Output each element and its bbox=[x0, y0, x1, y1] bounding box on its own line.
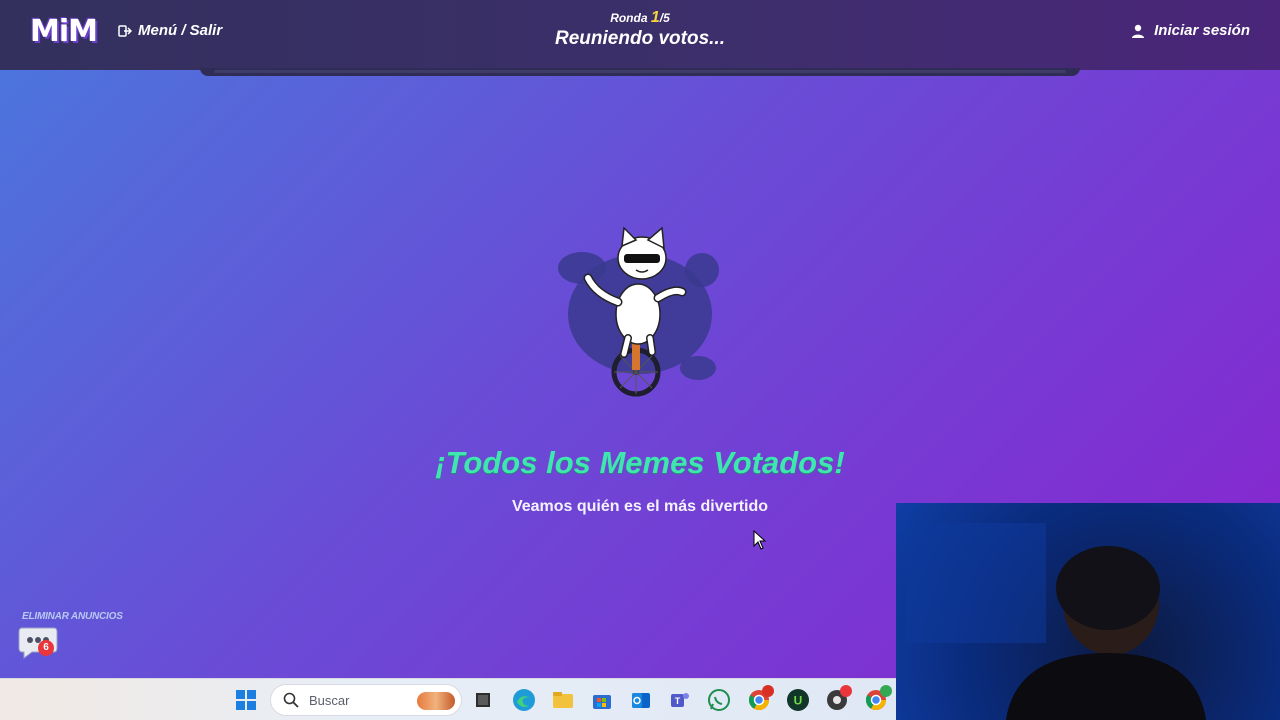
task-view-icon[interactable] bbox=[470, 687, 496, 713]
webcam-overlay bbox=[896, 503, 1280, 720]
top-bar: MiM Menú / Salir Ronda 1/5 Reuniendo vot… bbox=[0, 0, 1280, 70]
user-icon bbox=[1132, 24, 1145, 38]
outlook-icon[interactable] bbox=[628, 687, 654, 713]
media-badge bbox=[840, 685, 852, 697]
windows-start-icon[interactable] bbox=[236, 690, 256, 710]
round-current: 1 bbox=[650, 9, 660, 26]
windows-taskbar: Buscar T U bbox=[0, 678, 896, 720]
menu-exit-button[interactable]: Menú / Salir bbox=[118, 22, 222, 39]
app-logo[interactable]: MiM bbox=[30, 14, 98, 49]
teams-icon[interactable]: T bbox=[667, 687, 693, 713]
round-progress-bar bbox=[200, 68, 1080, 76]
round-status: Reuniendo votos... bbox=[555, 28, 725, 49]
chrome-badge bbox=[762, 685, 774, 697]
menu-exit-label: Menú / Salir bbox=[138, 22, 223, 39]
search-icon bbox=[283, 692, 299, 708]
round-total: /5 bbox=[659, 11, 670, 25]
edge-icon[interactable] bbox=[511, 687, 537, 713]
ads-count-badge: 6 bbox=[38, 640, 54, 656]
exit-icon bbox=[118, 24, 132, 37]
mouse-cursor-icon bbox=[753, 530, 767, 550]
round-progress-track bbox=[214, 70, 1066, 73]
login-label: Iniciar sesión bbox=[1154, 22, 1250, 39]
subheadline: Veamos quién es el más divertido bbox=[511, 498, 769, 515]
taskbar-search[interactable]: Buscar bbox=[270, 684, 462, 716]
svg-text:U: U bbox=[794, 694, 803, 708]
file-explorer-icon[interactable] bbox=[550, 687, 576, 713]
person-silhouette bbox=[906, 523, 1206, 720]
headline: ¡Todos los Memes Votados! bbox=[435, 445, 845, 480]
login-button[interactable]: Iniciar sesión bbox=[1130, 22, 1250, 39]
remove-ads-link[interactable]: ELIMINAR ANUNCIOS bbox=[22, 611, 123, 622]
upwork-icon[interactable]: U bbox=[785, 687, 811, 713]
store-icon[interactable] bbox=[589, 687, 615, 713]
svg-text:T: T bbox=[675, 696, 681, 706]
round-indicator: Ronda 1/5 Reuniendo votos... bbox=[540, 9, 740, 50]
search-placeholder: Buscar bbox=[309, 692, 350, 708]
cat-unicycle-illustration bbox=[558, 226, 719, 397]
round-label: Ronda bbox=[610, 11, 648, 25]
chrome-profile-badge bbox=[880, 685, 892, 697]
round-counter: Ronda 1/5 bbox=[540, 9, 740, 27]
search-highlight-image bbox=[417, 692, 455, 710]
whatsapp-icon[interactable] bbox=[706, 687, 732, 713]
